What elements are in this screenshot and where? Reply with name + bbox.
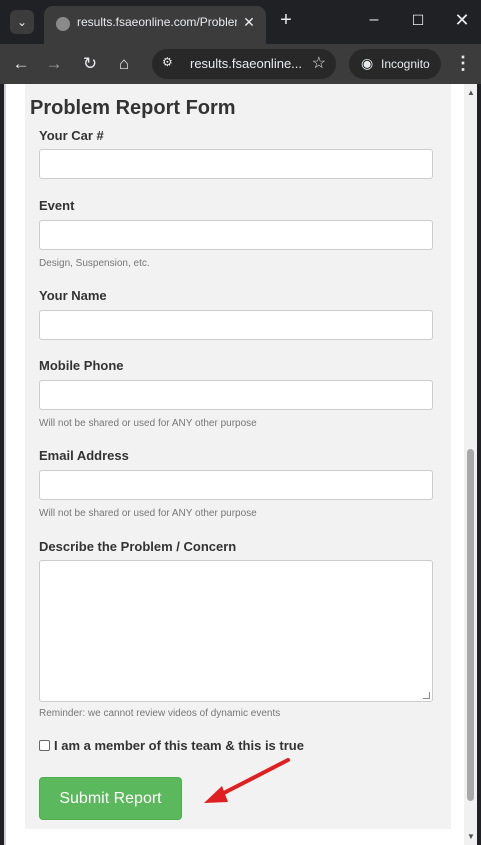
plus-icon[interactable]: +	[276, 10, 296, 30]
problem-help-text: Reminder: we cannot review videos of dyn…	[39, 708, 281, 719]
vertical-scrollbar[interactable]: ▲ ▼	[464, 84, 477, 845]
tab-strip: ⌄ results.fsaeonline.com/Problem ✕ + – ☐…	[0, 0, 481, 44]
incognito-label: Incognito	[381, 57, 430, 71]
annotation-arrow-icon	[204, 758, 290, 803]
page-edge	[4, 84, 6, 845]
site-info-icon[interactable]: ⚙	[162, 55, 173, 69]
problem-description-label: Describe the Problem / Concern	[39, 539, 237, 554]
kebab-menu-icon[interactable]: ⋮	[454, 53, 472, 74]
close-icon[interactable]: ✕	[240, 14, 258, 31]
scroll-up-icon[interactable]: ▲	[467, 88, 475, 97]
submit-report-button[interactable]: Submit Report	[39, 777, 182, 820]
star-icon[interactable]: ☆	[312, 53, 326, 73]
name-label: Your Name	[39, 288, 107, 303]
mobile-phone-input[interactable]	[39, 380, 433, 410]
maximize-icon[interactable]: ☐	[406, 10, 430, 30]
minimize-icon[interactable]: –	[362, 10, 386, 30]
browser-tab[interactable]: results.fsaeonline.com/Problem ✕	[44, 6, 266, 44]
reload-icon[interactable]: ↻	[79, 53, 101, 75]
team-member-checkbox-label[interactable]: I am a member of this team & this is tru…	[54, 738, 304, 753]
tab-title: results.fsaeonline.com/Problem	[77, 15, 237, 29]
resize-handle-icon[interactable]	[423, 692, 430, 699]
event-label: Event	[39, 198, 75, 213]
chevron-down-icon: ⌄	[16, 15, 28, 29]
incognito-icon: ◉	[361, 55, 374, 71]
mobile-phone-label: Mobile Phone	[39, 358, 124, 373]
tab-search-button[interactable]: ⌄	[10, 10, 34, 34]
page-viewport: Problem Report Form Your Car # Event Des…	[4, 84, 477, 845]
car-number-label: Your Car #	[39, 128, 104, 143]
event-help-text: Design, Suspension, etc.	[39, 258, 150, 269]
scroll-down-icon[interactable]: ▼	[467, 832, 475, 841]
page-title: Problem Report Form	[30, 97, 236, 119]
problem-description-textarea[interactable]	[39, 560, 433, 702]
globe-icon	[56, 17, 70, 31]
mobile-phone-help-text: Will not be shared or used for ANY other…	[39, 418, 257, 429]
name-input[interactable]	[39, 310, 433, 340]
email-label: Email Address	[39, 448, 129, 463]
home-icon[interactable]: ⌂	[113, 53, 135, 75]
scrollbar-thumb[interactable]	[467, 449, 474, 801]
browser-toolbar: ← → ↻ ⌂ ⚙ results.fsaeonline... ☆ ◉ Inco…	[0, 44, 481, 84]
event-input[interactable]	[39, 220, 433, 250]
address-bar[interactable]: ⚙ results.fsaeonline... ☆	[152, 49, 336, 79]
back-icon[interactable]: ←	[10, 53, 32, 75]
email-help-text: Will not be shared or used for ANY other…	[39, 508, 257, 519]
email-input[interactable]	[39, 470, 433, 500]
window-close-icon[interactable]: ✕	[450, 10, 474, 30]
forward-icon[interactable]: →	[43, 53, 65, 75]
incognito-badge[interactable]: ◉ Incognito	[349, 49, 441, 79]
team-member-checkbox[interactable]	[39, 740, 50, 751]
car-number-input[interactable]	[39, 149, 433, 179]
url-text: results.fsaeonline...	[190, 56, 303, 71]
